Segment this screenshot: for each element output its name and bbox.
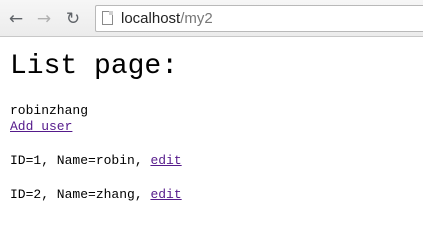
browser-toolbar: ← → ↻ localhost/my2 (0, 0, 423, 37)
user-row-text: ID=1, Name=robin, (10, 153, 151, 168)
add-user-row: Add user (10, 119, 415, 135)
add-user-link[interactable]: Add user (10, 119, 72, 134)
user-row: ID=1, Name=robin, edit (10, 153, 415, 169)
address-bar[interactable]: localhost/my2 (95, 5, 423, 32)
user-row-text: ID=2, Name=zhang, (10, 187, 151, 202)
user-row: ID=2, Name=zhang, edit (10, 187, 415, 203)
current-username: robinzhang (10, 103, 89, 118)
arrow-left-icon: ← (8, 9, 24, 29)
forward-button[interactable]: → (34, 9, 54, 29)
arrow-right-icon: → (36, 9, 52, 29)
back-button[interactable]: ← (6, 9, 26, 29)
page-content: List page: robinzhang Add user ID=1, Nam… (10, 37, 415, 203)
page-icon (102, 11, 113, 25)
reload-icon: ↻ (65, 9, 81, 29)
url-host: localhost (121, 10, 181, 27)
page-title: List page: (10, 51, 179, 82)
url-text: localhost/my2 (121, 9, 213, 28)
reload-button[interactable]: ↻ (63, 9, 83, 29)
url-path: /my2 (180, 10, 213, 27)
edit-link[interactable]: edit (150, 153, 181, 168)
edit-link[interactable]: edit (150, 187, 181, 202)
